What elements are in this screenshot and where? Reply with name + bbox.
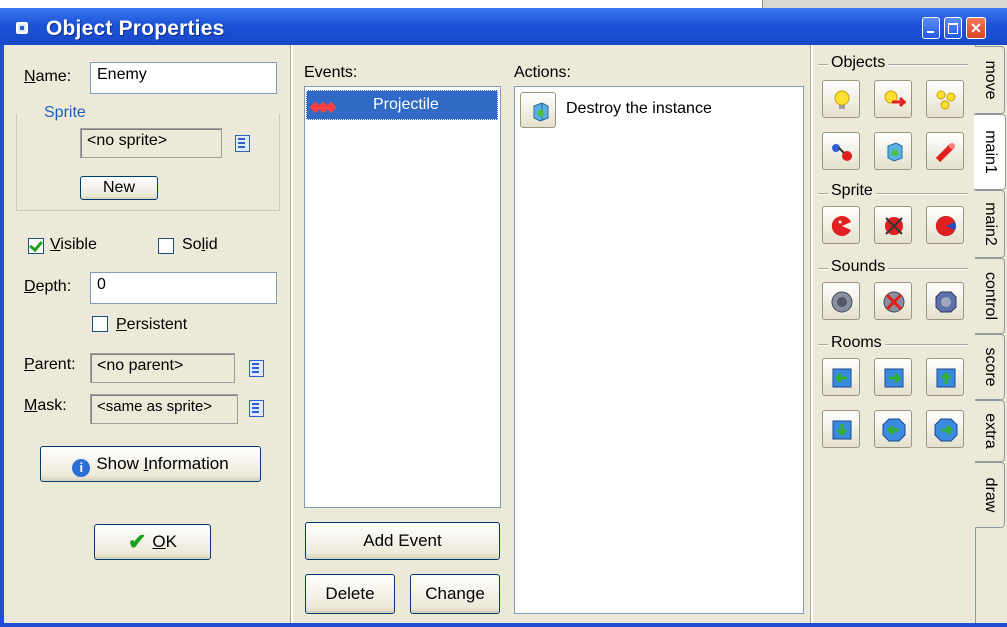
change-sprite-icon <box>831 216 851 236</box>
palette-button[interactable] <box>874 206 912 244</box>
color-sprite-icon <box>935 216 956 236</box>
palette-button[interactable] <box>822 80 860 118</box>
actions-label: Actions: <box>514 64 571 81</box>
tab-score[interactable]: score <box>975 334 1005 400</box>
mask-field[interactable]: <same as sprite> <box>90 394 238 424</box>
tab-main2[interactable]: main2 <box>975 190 1005 258</box>
visible-label: Visible <box>50 236 97 253</box>
parent-picker-icon[interactable] <box>248 359 266 379</box>
parent-field[interactable]: <no parent> <box>90 353 235 383</box>
tab-label: extra <box>981 413 999 449</box>
palette-button[interactable] <box>874 132 912 170</box>
change-instance-icon <box>832 144 852 161</box>
palette-button[interactable] <box>874 80 912 118</box>
tab-draw[interactable]: draw <box>975 462 1005 528</box>
persistent-label: Persistent <box>116 316 188 333</box>
action-item-icon[interactable] <box>520 92 556 128</box>
persistent-checkbox[interactable] <box>92 316 108 332</box>
palette-button[interactable] <box>822 410 860 448</box>
sounds-palette-label: Sounds <box>828 258 889 276</box>
palette-button[interactable] <box>874 358 912 396</box>
palette-button[interactable] <box>926 132 964 170</box>
create-instance-icon <box>834 90 850 109</box>
checkmark-icon: ✔ <box>127 529 147 554</box>
delete-event-button[interactable]: Delete <box>305 574 395 614</box>
sprite-picker-icon[interactable] <box>234 134 252 154</box>
sprite-palette-label: Sprite <box>828 182 876 200</box>
palette-button[interactable] <box>926 206 964 244</box>
name-label: Name: <box>24 68 72 85</box>
depth-input[interactable]: 0 <box>90 272 277 304</box>
close-icon: ✕ <box>970 20 982 36</box>
close-button[interactable]: ✕ <box>966 17 986 39</box>
solid-checkbox[interactable] <box>158 238 174 254</box>
tab-label: move <box>981 60 999 100</box>
different-room-icon <box>832 420 852 440</box>
tab-label: draw <box>981 477 999 513</box>
palette-button[interactable] <box>926 410 964 448</box>
tab-control[interactable]: control <box>975 258 1005 334</box>
new-sprite-button[interactable]: New <box>80 176 158 200</box>
solid-label: Solid <box>182 236 218 253</box>
palette-button[interactable] <box>926 80 964 118</box>
collision-icon: ◆◆◆ <box>310 98 336 114</box>
ok-button[interactable]: ✔ OK <box>94 524 211 560</box>
visible-checkbox[interactable] <box>28 238 44 254</box>
maximize-button[interactable] <box>944 17 962 39</box>
check-previous-icon <box>882 418 906 442</box>
change-event-button[interactable]: Change <box>410 574 500 614</box>
tab-label: control <box>981 271 999 321</box>
tab-move[interactable]: move <box>975 46 1005 114</box>
palette-button[interactable] <box>822 206 860 244</box>
mask-picker-icon[interactable] <box>248 399 266 419</box>
minimize-button[interactable] <box>922 17 940 39</box>
tab-label: score <box>981 347 999 387</box>
tab-label: main1 <box>981 130 999 174</box>
add-event-button[interactable]: Add Event <box>305 522 500 560</box>
name-input[interactable]: Enemy <box>90 62 277 94</box>
actions-list[interactable] <box>514 86 804 614</box>
check-next-icon <box>934 418 958 442</box>
action-item-label: Destroy the instance <box>566 100 712 117</box>
sprite-field[interactable]: <no sprite> <box>80 128 222 158</box>
transform-sprite-icon <box>885 217 903 235</box>
previous-room-icon <box>832 368 852 388</box>
panel-separator-right <box>810 45 813 623</box>
restart-room-icon <box>936 368 956 388</box>
show-information-button[interactable]: i Show Information <box>40 446 261 482</box>
create-moving-icon <box>884 90 906 108</box>
events-label: Events: <box>304 64 358 81</box>
palette-button[interactable] <box>874 410 912 448</box>
stop-sound-icon <box>883 291 905 313</box>
create-random-icon <box>936 90 956 110</box>
window-icon <box>16 22 28 34</box>
sprite-group-label: Sprite <box>44 104 86 121</box>
objects-group-label: Objects <box>828 54 889 72</box>
rooms-palette-label: Rooms <box>828 334 885 352</box>
play-sound-icon <box>831 291 853 313</box>
next-room-icon <box>884 368 904 388</box>
palette-button[interactable] <box>926 282 964 320</box>
destroy-instance-icon <box>533 102 549 122</box>
mask-label: Mask: <box>24 397 67 414</box>
check-sound-icon <box>935 291 957 313</box>
events-list[interactable] <box>304 86 501 508</box>
palette-button[interactable] <box>926 358 964 396</box>
palette-button[interactable] <box>822 132 860 170</box>
parent-label: Parent: <box>24 356 76 373</box>
tab-main1[interactable]: main1 <box>974 114 1006 190</box>
depth-label: Depth: <box>24 278 72 295</box>
destroy-instance-icon <box>887 142 903 162</box>
palette-button[interactable] <box>874 282 912 320</box>
palette-button[interactable] <box>822 282 860 320</box>
tab-label: main2 <box>981 202 999 246</box>
panel-separator-left <box>290 45 293 623</box>
palette-button[interactable] <box>822 358 860 396</box>
info-icon: i <box>72 459 91 477</box>
event-item-label: Projectile <box>373 96 439 113</box>
tab-extra[interactable]: extra <box>975 400 1005 462</box>
destroy-at-position-icon <box>935 143 955 163</box>
window-title: Object Properties <box>46 17 225 40</box>
